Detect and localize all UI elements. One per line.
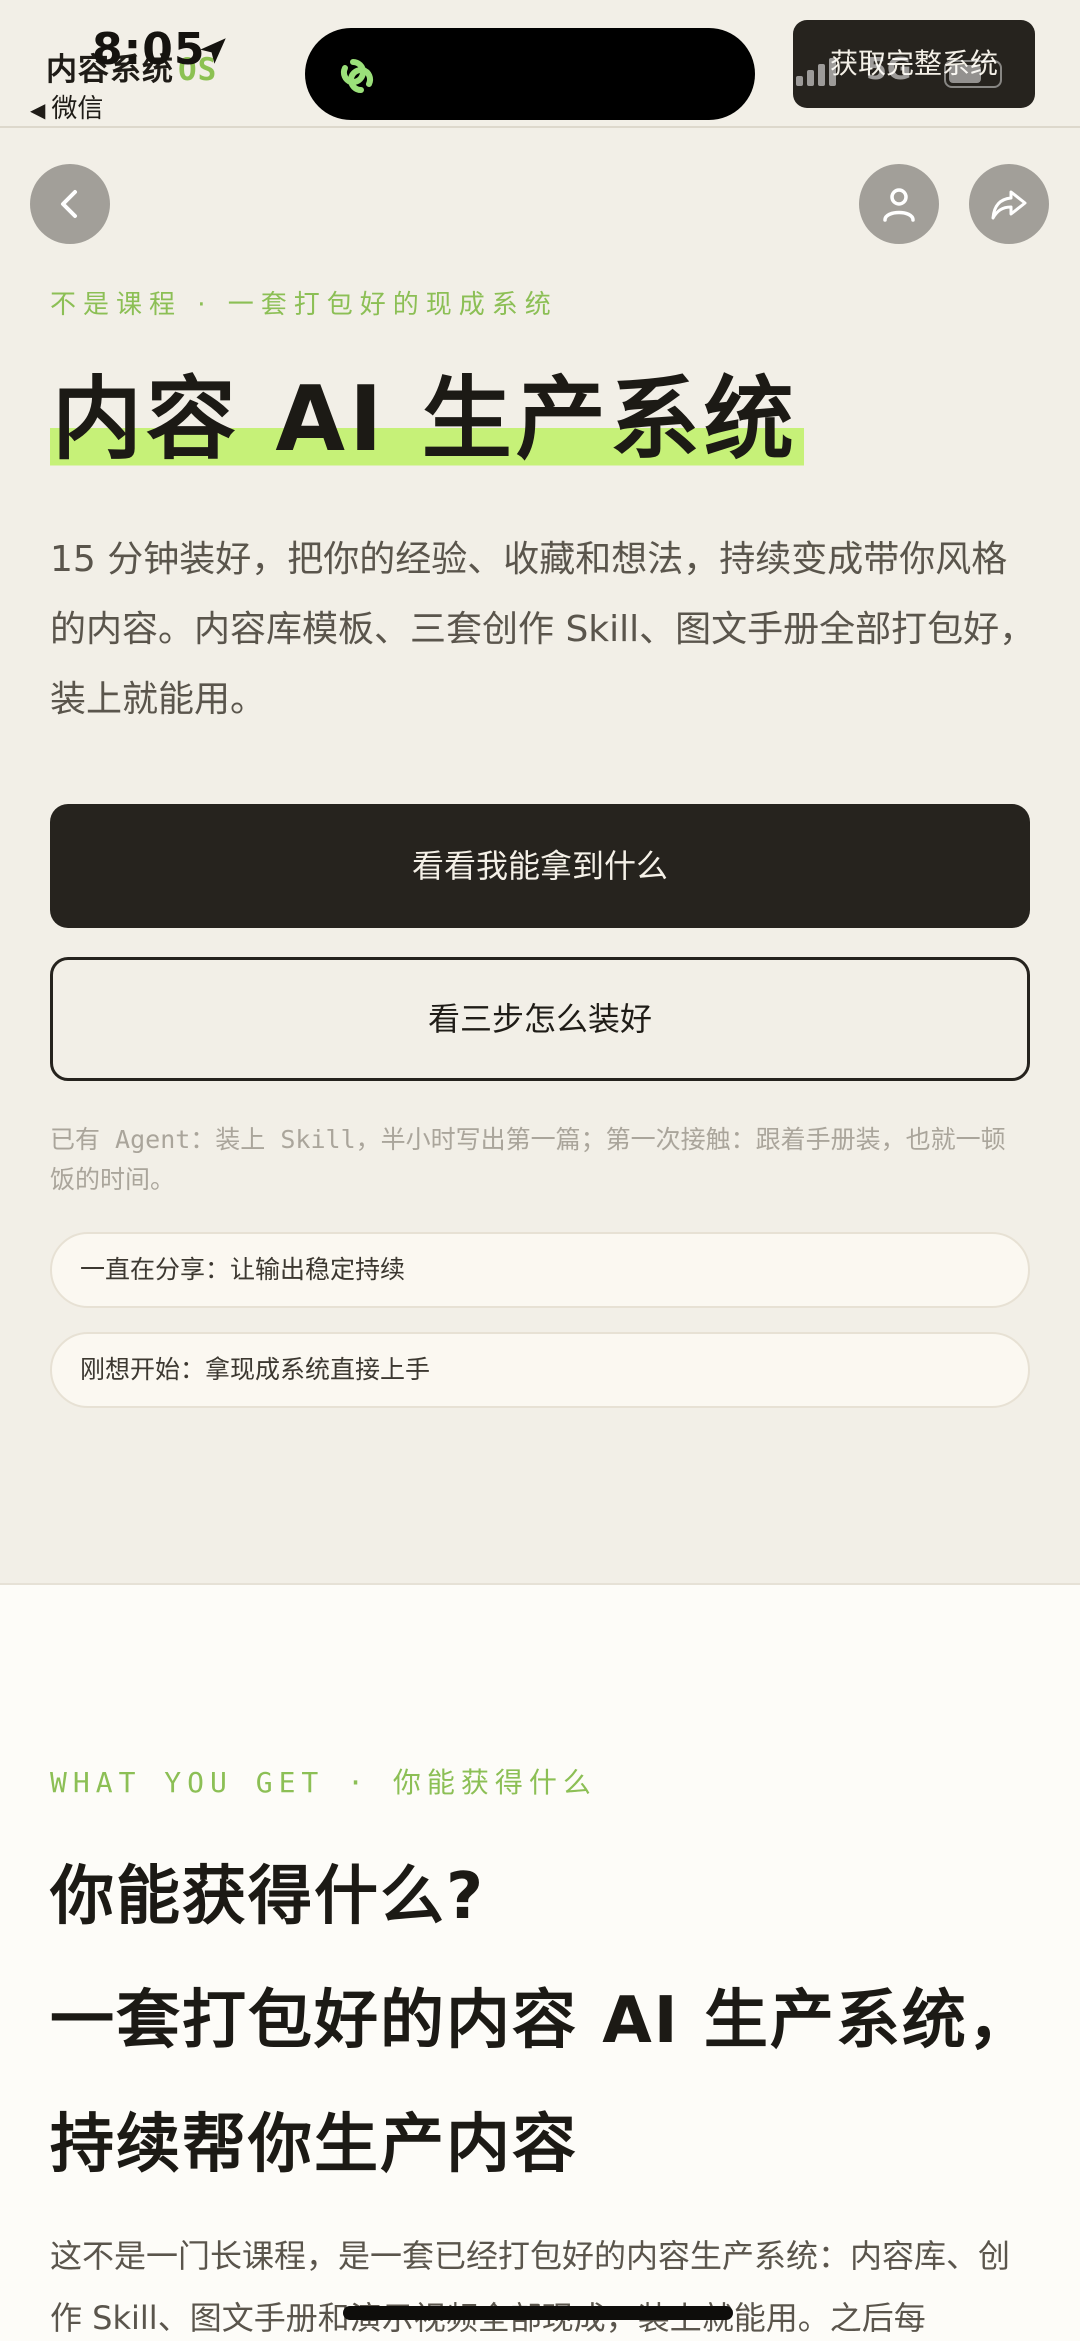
hero-description: 15 分钟装好，把你的经验、收藏和想法，持续变成带你风格的内容。内容库模板、三套… (50, 539, 1036, 720)
status-time: 8:05 (92, 24, 206, 75)
user-icon (883, 188, 915, 222)
share-button[interactable] (969, 164, 1049, 244)
hero-note: 已有 Agent：装上 Skill，半小时写出第一篇；第一次接触：跟着手册装，也… (50, 1125, 1006, 1194)
what-you-get-section: WHAT YOU GET · 你能获得什么 你能获得什么? 一套打包好的内容 A… (0, 1583, 1080, 2341)
dynamic-island (305, 28, 755, 120)
link-logo-icon (340, 59, 374, 93)
audience-pill[interactable]: 刚想开始：拿现成系统直接上手 (50, 1332, 1030, 1408)
section-description: 这不是一门长课程，是一套已经打包好的内容生产系统：内容库、创作 Skill、图文… (50, 2237, 1011, 2337)
back-app-label: 微信 (51, 94, 104, 124)
top-bar: 内容系统 OS 8:05 ◀ 微信 获取完整系统 5G (0, 0, 1080, 128)
hero-title-text: 内容 AI 生产系统 (50, 367, 804, 472)
share-arrow-icon (991, 190, 1027, 220)
get-full-system-button[interactable]: 获取完整系统 (793, 20, 1035, 108)
page: 内容系统 OS 8:05 ◀ 微信 获取完整系统 5G 不是课程 · 一套打包好… (0, 0, 1080, 2341)
section-eyebrow: WHAT YOU GET · 你能获得什么 (50, 1766, 597, 1799)
back-triangle-icon: ◀ (30, 98, 46, 122)
back-button[interactable] (30, 164, 110, 244)
chevron-left-icon (61, 190, 77, 218)
home-indicator[interactable] (343, 2306, 733, 2320)
section-title-line1: 你能获得什么? (50, 1860, 486, 1934)
see-three-steps-button[interactable]: 看三步怎么装好 (50, 957, 1030, 1081)
hero-title: 内容 AI 生产系统 (50, 360, 804, 480)
back-to-app-link[interactable]: ◀ 微信 (30, 88, 103, 125)
section-title: 你能获得什么? 一套打包好的内容 AI 生产系统，持续帮你生产内容 (50, 1835, 1050, 2207)
section-title-line2: 一套打包好的内容 AI 生产系统，持续帮你生产内容 (50, 1984, 1034, 2182)
audience-pill[interactable]: 一直在分享：让输出稳定持续 (50, 1232, 1030, 1308)
hero-eyebrow: 不是课程 · 一套打包好的现成系统 (50, 290, 558, 320)
profile-button[interactable] (859, 164, 939, 244)
see-what-i-get-button[interactable]: 看看我能拿到什么 (50, 804, 1030, 928)
location-arrow-icon (200, 38, 226, 64)
